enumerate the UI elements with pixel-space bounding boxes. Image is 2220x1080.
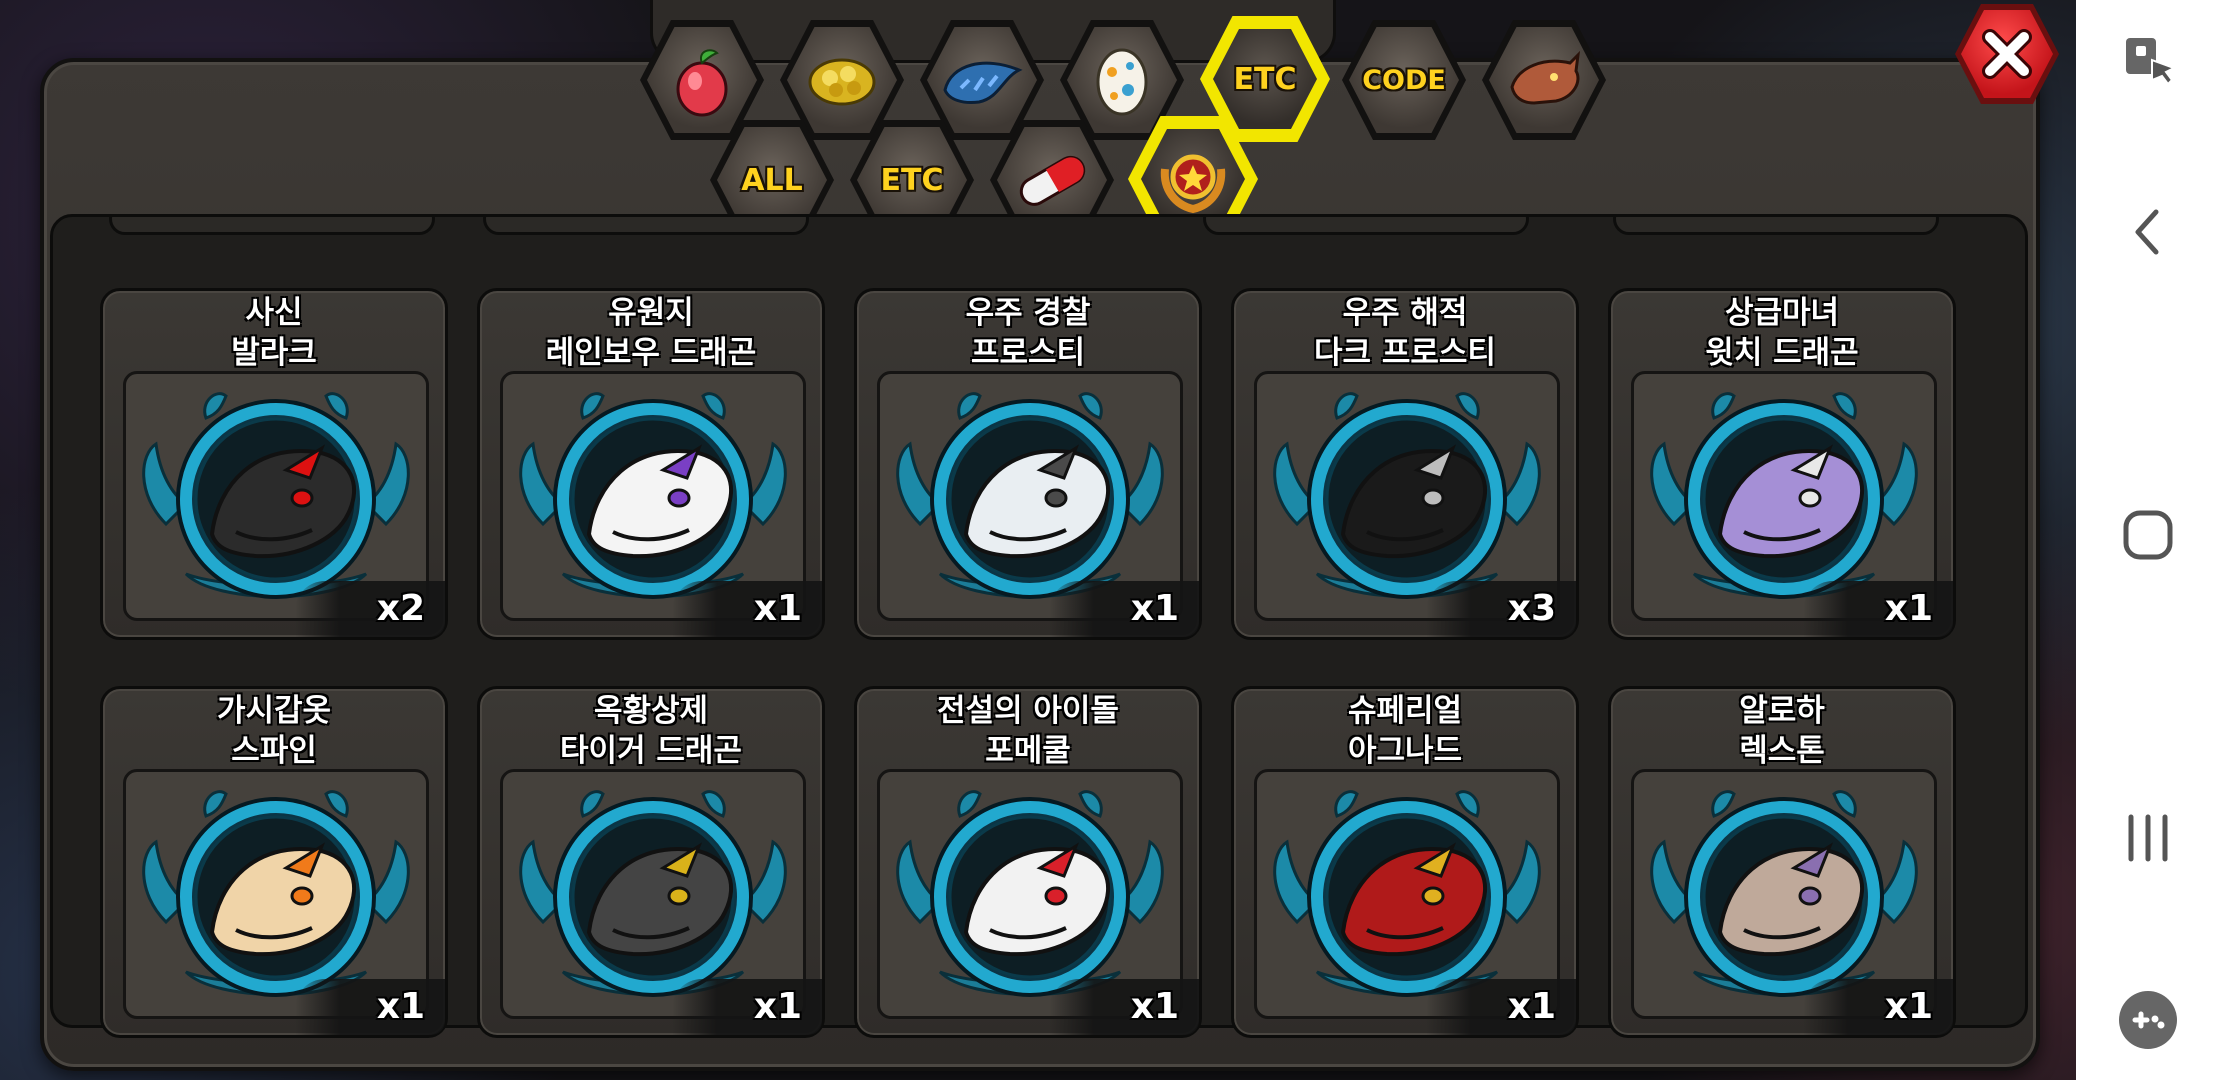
item-card[interactable]: 알로하 렉스톤 x1 — [1608, 686, 1956, 1038]
item-name: 옥황상제 타이거 드래곤 — [480, 691, 822, 771]
item-name: 사신 발라크 — [103, 293, 445, 373]
egg-icon — [1096, 48, 1148, 116]
item-name-line1: 옥황상제 — [593, 693, 709, 729]
touch-lock-icon — [2126, 38, 2177, 86]
item-quantity: x1 — [1049, 979, 1199, 1035]
item-quantity: x1 — [1803, 979, 1953, 1035]
item-card[interactable]: 상급마녀 윗치 드래곤 x1 — [1608, 288, 1956, 640]
item-name-line2: 스파인 — [231, 733, 317, 769]
item-card[interactable]: 우주 경찰 프로스티 x1 — [854, 288, 1202, 640]
gold-coins-icon — [808, 58, 876, 106]
item-quantity: x2 — [295, 581, 445, 637]
item-name: 우주 해적 다크 프로스티 — [1234, 293, 1576, 373]
system-nav-bar — [2076, 0, 2220, 1080]
item-card[interactable]: 전설의 아이돌 포메쿨 x1 — [854, 686, 1202, 1038]
item-quantity: x1 — [672, 979, 822, 1035]
item-name-line1: 사신 — [245, 295, 303, 331]
item-name-line2: 레인보우 드래곤 — [545, 335, 757, 371]
home-button[interactable] — [2076, 495, 2220, 575]
item-name-line2: 윗치 드래곤 — [1705, 335, 1859, 371]
item-quantity: x1 — [1803, 581, 1953, 637]
item-card[interactable]: 가시갑옷 스파인 x1 — [100, 686, 448, 1038]
game-tools-button[interactable] — [2076, 980, 2220, 1060]
item-name-line1: 가시갑옷 — [216, 693, 332, 729]
item-name: 전설의 아이돌 포메쿨 — [857, 691, 1199, 771]
item-name: 알로하 렉스톤 — [1611, 691, 1953, 771]
star-medal-icon — [1160, 154, 1226, 214]
tab-label: CODE — [1362, 64, 1446, 96]
card-peek — [109, 217, 435, 235]
tab-label: ETC — [1233, 61, 1297, 97]
back-button[interactable] — [2076, 192, 2220, 272]
capsule-icon — [1019, 155, 1086, 206]
item-name: 우주 경찰 프로스티 — [857, 293, 1199, 373]
item-name-line2: 렉스톤 — [1739, 733, 1825, 769]
item-name-line1: 우주 해적 — [1342, 295, 1468, 331]
home-icon — [2123, 510, 2173, 560]
recents-icon — [2128, 814, 2168, 862]
item-name-line1: 유원지 — [608, 295, 694, 331]
dragon-scale-icon — [943, 61, 1023, 104]
item-name: 슈페리얼 아그나드 — [1234, 691, 1576, 771]
item-quantity: x3 — [1426, 581, 1576, 637]
item-card[interactable]: 우주 해적 다크 프로스티 x3 — [1231, 288, 1579, 640]
item-quantity: x1 — [672, 581, 822, 637]
item-name-line1: 상급마녀 — [1724, 295, 1840, 331]
tab-label: ETC — [880, 162, 944, 198]
fruit-icon — [676, 49, 728, 117]
item-quantity: x1 — [295, 979, 445, 1035]
card-peek — [1203, 217, 1529, 235]
dragon-head-icon — [1510, 50, 1581, 105]
card-peek — [483, 217, 809, 235]
tab-label: ALL — [741, 162, 803, 198]
item-quantity: x1 — [1049, 581, 1199, 637]
item-name-line1: 슈페리얼 — [1347, 693, 1463, 729]
item-name-line1: 알로하 — [1739, 693, 1825, 729]
item-name-line2: 다크 프로스티 — [1314, 335, 1496, 371]
item-card[interactable]: 옥황상제 타이거 드래곤 x1 — [477, 686, 825, 1038]
item-card[interactable]: 슈페리얼 아그나드 x1 — [1231, 686, 1579, 1038]
item-card[interactable]: 사신 발라크 x2 — [100, 288, 448, 640]
item-name-line2: 아그나드 — [1347, 733, 1463, 769]
item-name-line2: 프로스티 — [970, 335, 1086, 371]
touch-lock-button[interactable] — [2076, 20, 2220, 100]
item-name: 상급마녀 윗치 드래곤 — [1611, 293, 1953, 373]
card-peek — [1613, 217, 1939, 235]
item-name-line1: 전설의 아이돌 — [937, 693, 1119, 729]
game-tools-icon — [2119, 991, 2177, 1049]
item-quantity: x1 — [1426, 979, 1576, 1035]
item-name: 가시갑옷 스파인 — [103, 691, 445, 771]
item-name: 유원지 레인보우 드래곤 — [480, 293, 822, 373]
item-name-line1: 우주 경찰 — [965, 295, 1091, 331]
close-icon — [1982, 29, 2032, 79]
recents-button[interactable] — [2076, 798, 2220, 878]
item-name-line2: 타이거 드래곤 — [560, 733, 742, 769]
item-card[interactable]: 유원지 레인보우 드래곤 x1 — [477, 288, 825, 640]
item-name-line2: 발라크 — [231, 335, 317, 371]
item-name-line2: 포메쿨 — [985, 733, 1071, 769]
back-icon — [2135, 209, 2159, 255]
